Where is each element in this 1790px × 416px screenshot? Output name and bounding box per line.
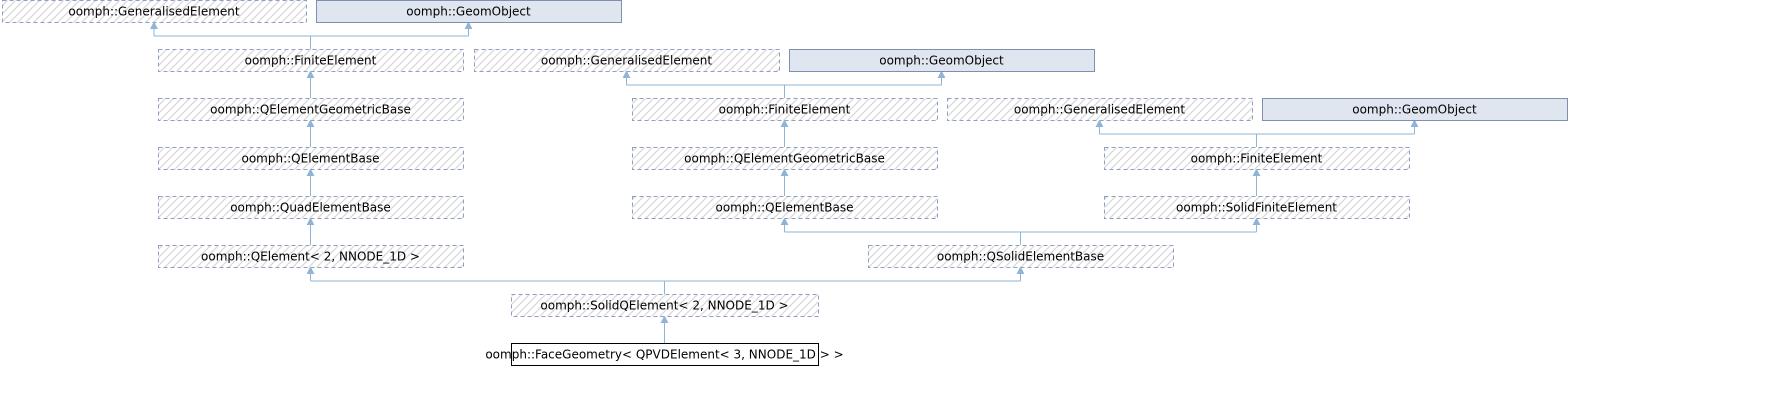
edge-fe2	[622, 70, 946, 98]
node-label: oomph::SolidQElement< 2, NNODE_1D >	[540, 299, 788, 313]
node-qeb2[interactable]: oomph::QElementBase	[632, 196, 938, 219]
edge-qseb	[780, 217, 1261, 245]
node-label: oomph::QuadElementBase	[230, 201, 391, 215]
node-label: oomph::QElementGeometricBase	[210, 103, 411, 117]
edge-fe1	[150, 21, 473, 49]
node-label: oomph::FiniteElement	[1191, 152, 1323, 166]
node-label: oomph::FaceGeometry< QPVDElement< 3, NNO…	[485, 348, 843, 362]
node-qegb2[interactable]: oomph::QElementGeometricBase	[632, 147, 938, 170]
node-label: oomph::GeneralisedElement	[1014, 103, 1186, 117]
node-qegb1[interactable]: oomph::QElementGeometricBase	[158, 98, 464, 121]
node-label: oomph::GeneralisedElement	[68, 5, 240, 19]
node-label: oomph::GeomObject	[1352, 103, 1477, 117]
node-face[interactable]: oomph::FaceGeometry< QPVDElement< 3, NNO…	[485, 343, 844, 366]
node-label: oomph::GeomObject	[879, 54, 1004, 68]
node-sqe[interactable]: oomph::SolidQElement< 2, NNODE_1D >	[511, 294, 819, 317]
node-fe3[interactable]: oomph::FiniteElement	[1104, 147, 1410, 170]
node-gen2[interactable]: oomph::GeneralisedElement	[474, 49, 780, 72]
node-label: oomph::GeomObject	[406, 5, 531, 19]
node-quad[interactable]: oomph::QuadElementBase	[158, 196, 464, 219]
edge-sqe	[306, 266, 1025, 294]
node-label: oomph::QElementBase	[241, 152, 379, 166]
node-qeb1[interactable]: oomph::QElementBase	[158, 147, 464, 170]
node-label: oomph::QElementGeometricBase	[684, 152, 885, 166]
node-label: oomph::QElement< 2, NNODE_1D >	[201, 250, 420, 264]
node-label: oomph::FiniteElement	[245, 54, 377, 68]
inheritance-diagram: oomph::GeneralisedElementoomph::GeomObje…	[2, 0, 1568, 366]
node-label: oomph::GeneralisedElement	[541, 54, 713, 68]
node-sfe[interactable]: oomph::SolidFiniteElement	[1104, 196, 1410, 219]
node-geom1[interactable]: oomph::GeomObject	[316, 0, 622, 23]
node-fe1[interactable]: oomph::FiniteElement	[158, 49, 464, 72]
node-gen3[interactable]: oomph::GeneralisedElement	[947, 98, 1253, 121]
edge-fe3	[1095, 119, 1419, 147]
node-fe2[interactable]: oomph::FiniteElement	[632, 98, 938, 121]
node-label: oomph::SolidFiniteElement	[1176, 201, 1337, 215]
node-gen1[interactable]: oomph::GeneralisedElement	[2, 0, 307, 23]
node-label: oomph::QSolidElementBase	[937, 250, 1104, 264]
node-qe2[interactable]: oomph::QElement< 2, NNODE_1D >	[158, 245, 464, 268]
node-geom2[interactable]: oomph::GeomObject	[789, 49, 1095, 72]
node-qseb[interactable]: oomph::QSolidElementBase	[868, 245, 1174, 268]
node-geom3[interactable]: oomph::GeomObject	[1262, 98, 1568, 121]
node-label: oomph::FiniteElement	[719, 103, 851, 117]
node-label: oomph::QElementBase	[715, 201, 853, 215]
